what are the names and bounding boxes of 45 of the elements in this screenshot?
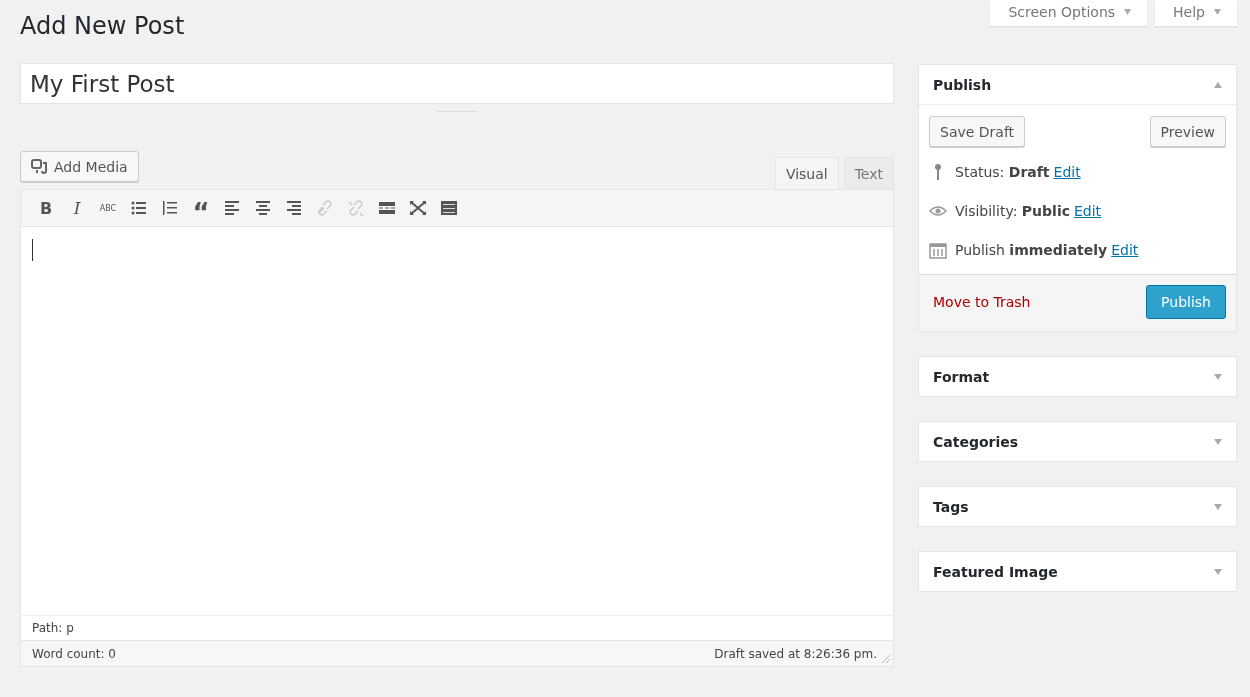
- page-title: Add New Post: [20, 11, 186, 42]
- align-center-icon[interactable]: [254, 200, 272, 216]
- quote-button[interactable]: “: [186, 194, 216, 222]
- resize-handle-icon[interactable]: [881, 654, 891, 664]
- move-to-trash-link[interactable]: Move to Trash: [933, 294, 1031, 310]
- word-count: Word count: 0: [32, 646, 116, 661]
- text-caret: [32, 239, 33, 261]
- numbered-list-icon[interactable]: [161, 200, 179, 216]
- header-tab[interactable]: Screen Options: [990, 0, 1148, 26]
- caret-icon[interactable]: [1214, 568, 1222, 575]
- box-title: Categories: [933, 433, 1019, 450]
- publish-setting-text: Visibility: Public: [955, 202, 1070, 219]
- strike-button[interactable]: ABC: [93, 194, 123, 222]
- box-title: Publish: [933, 76, 992, 93]
- caret-icon[interactable]: [1214, 373, 1222, 380]
- bold-button[interactable]: B: [31, 194, 61, 222]
- publish-setting-text: Publish immediately: [955, 241, 1108, 258]
- title-field[interactable]: My First Post: [20, 63, 894, 104]
- italic-button[interactable]: I: [62, 194, 92, 222]
- calendar-icon: [929, 240, 947, 259]
- editor-tab[interactable]: Text: [843, 157, 894, 189]
- box-title: Format: [933, 368, 990, 385]
- caret-icon[interactable]: [1214, 438, 1222, 445]
- path-text: Path: p: [32, 621, 74, 635]
- edit-link[interactable]: Edit: [1053, 163, 1081, 180]
- edit-link[interactable]: Edit: [1074, 202, 1102, 219]
- align-right-icon[interactable]: [285, 200, 303, 216]
- align-left-icon[interactable]: [223, 200, 241, 216]
- box-title: Tags: [933, 498, 969, 515]
- preview-button[interactable]: Preview: [1149, 116, 1226, 147]
- save-draft-button[interactable]: Save Draft: [929, 116, 1026, 147]
- fullscreen-icon[interactable]: [409, 200, 427, 216]
- edit-link[interactable]: Edit: [1111, 241, 1139, 258]
- media-icon: [31, 158, 49, 175]
- read-more-icon[interactable]: [378, 200, 396, 216]
- caret-icon[interactable]: [1214, 81, 1222, 88]
- box-title: Featured Image: [933, 563, 1058, 580]
- editor-tab[interactable]: Visual: [774, 157, 839, 189]
- bullet-list-icon[interactable]: [130, 200, 148, 216]
- caret-icon[interactable]: [1214, 503, 1222, 510]
- keyboard-icon[interactable]: [440, 200, 458, 216]
- draft-saved-text: Draft saved at 8:26:36 pm.: [714, 646, 877, 661]
- add-media-button[interactable]: Add Media: [20, 151, 139, 182]
- publish-setting-text: Status: Draft: [955, 163, 1050, 180]
- header-tab[interactable]: Help: [1155, 0, 1237, 26]
